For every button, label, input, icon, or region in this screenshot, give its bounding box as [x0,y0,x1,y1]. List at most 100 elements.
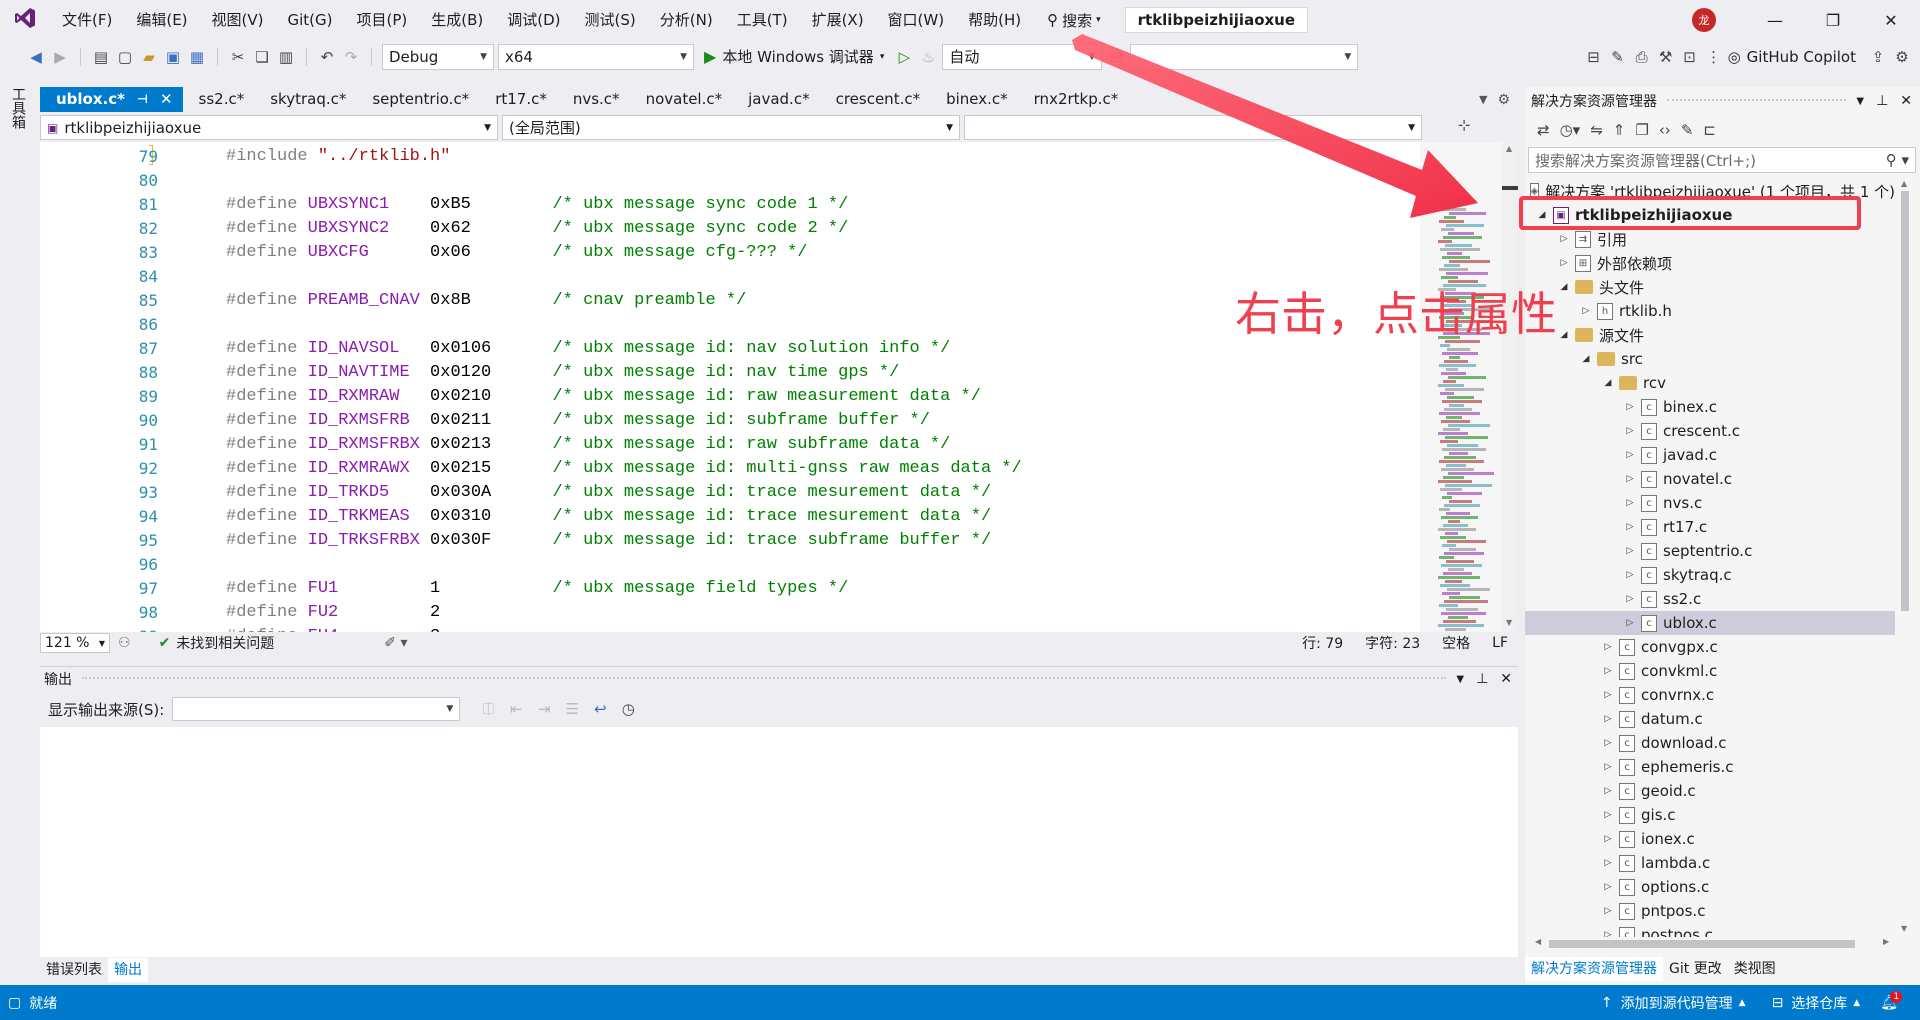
select-repository[interactable]: 选择仓库 [1791,993,1847,1013]
expand-toggle-icon[interactable]: ▷ [1623,570,1637,580]
global-scope-combo[interactable]: (全局范围) ▼ [502,115,960,140]
layout-icon[interactable]: ⊡ [1680,47,1700,67]
gear-icon[interactable]: ⚙ [1497,92,1510,108]
whitespace-indicator[interactable]: 空格 [1442,633,1470,653]
pin-icon[interactable]: ⊥ [1876,93,1888,109]
tree-node[interactable]: ◢ rcv [1525,371,1895,395]
pin-icon[interactable]: ⊥ [1476,671,1488,687]
wrench-icon[interactable]: ✎ [1608,47,1628,67]
find-combo[interactable]: ▼ [1130,43,1359,70]
tree-node[interactable]: ▷ c convkml.c [1525,659,1895,683]
intellicode-icon[interactable]: ⚇ [118,635,131,651]
tree-node[interactable]: ▷ c pntpos.c [1525,899,1895,923]
feedback-icon[interactable]: ⎙ [1632,47,1652,67]
save-all-icon[interactable]: ▦ [187,47,207,67]
start-debugging-button[interactable]: ▶ 本地 Windows 调试器 ▾ [698,46,890,67]
menu-item[interactable]: 帮助(H) [956,0,1033,40]
tree-node[interactable]: ◢ 源文件 [1525,323,1895,347]
tree-node[interactable]: ▷ c datum.c [1525,707,1895,731]
line-indicator[interactable]: 行: 79 [1302,633,1343,653]
editor-tab[interactable]: javad.c* [732,87,819,112]
expand-toggle-icon[interactable]: ▷ [1601,810,1615,820]
share-icon[interactable]: ⇪ [1868,47,1888,67]
notification-bell-icon[interactable]: 🔔︎ 1 [1880,990,1903,1011]
editor-tab[interactable]: binex.c* [930,87,1018,112]
tree-node[interactable]: ▷ c geoid.c [1525,779,1895,803]
panel-menu-icon[interactable]: ▼ [1456,674,1464,685]
solution-horizontal-scrollbar[interactable]: ◀ ▶ [1535,937,1895,951]
find-message-icon[interactable]: ⎅ [478,699,498,719]
tree-node[interactable]: ▷ c ionex.c [1525,827,1895,851]
split-editor-icon[interactable]: ⊹ [1454,115,1474,135]
expand-toggle-icon[interactable]: ▷ [1623,402,1637,412]
tree-node[interactable]: ▷ c ss2.c [1525,587,1895,611]
tree-node[interactable]: ▷ c convgpx.c [1525,635,1895,659]
next-message-icon[interactable]: ⇥ [534,699,554,719]
expand-toggle-icon[interactable]: ▷ [1623,426,1637,436]
minimize-button[interactable]: — [1746,11,1804,30]
pin-icon[interactable]: ⊣ [137,87,148,112]
new-project-icon[interactable]: ▤ [91,47,111,67]
github-copilot-button[interactable]: ◎ GitHub Copilot [1728,48,1856,66]
editor-tab[interactable]: skytraq.c* [254,87,356,112]
expand-toggle-icon[interactable]: ▷ [1623,450,1637,460]
expand-toggle-icon[interactable]: ▷ [1601,882,1615,892]
hot-reload-icon[interactable]: ♨ [918,47,938,67]
code-editor[interactable]: 79 #include "../rtklib.h" 80 81 #define UBXS… [40,142,1518,632]
solution-vertical-scrollbar[interactable]: ▲ ▼ [1897,179,1913,939]
expand-toggle-icon[interactable]: ▷ [1557,234,1571,244]
menu-item[interactable]: 窗口(W) [876,0,957,40]
expand-toggle-icon[interactable]: ▷ [1623,618,1637,628]
menu-item[interactable]: Git(G) [276,0,345,40]
paste-icon[interactable]: ▥ [276,47,296,67]
prev-message-icon[interactable]: ⇤ [506,699,526,719]
member-combo[interactable]: ▼ [964,115,1422,140]
editor-tab[interactable]: septentrio.c* [356,87,479,112]
expand-toggle-icon[interactable]: ▷ [1601,786,1615,796]
sync-icon[interactable]: ⇋ [1590,121,1603,139]
find-in-files-icon[interactable]: ⊞ [1106,47,1126,67]
output-source-combo[interactable]: ▼ [172,697,461,721]
editor-vertical-scrollbar[interactable]: ▲ ▼ [1502,142,1518,632]
menu-item[interactable]: 测试(S) [573,0,648,40]
expand-toggle-icon[interactable]: ▷ [1601,906,1615,916]
editor-tab[interactable]: ss2.c* [183,87,255,112]
toolbox-icon[interactable]: ⚒ [1656,47,1676,67]
solution-explorer-tab[interactable]: 解决方案资源管理器 [1525,957,1663,981]
collapse-all-icon[interactable]: ⇑ [1613,121,1626,139]
avatar[interactable]: 龙 [1692,8,1716,32]
properties-icon[interactable]: ✎ [1681,121,1694,139]
expand-toggle-icon[interactable]: ◢ [1579,354,1593,364]
undo-icon[interactable]: ↶ [317,47,337,67]
menu-item[interactable]: 工具(T) [725,0,800,40]
menu-item[interactable]: 视图(V) [200,0,276,40]
editor-tab[interactable]: ublox.c* ⊣ ✕ [40,87,183,112]
menu-item[interactable]: 调试(D) [495,0,572,40]
tree-node[interactable]: ▷ c binex.c [1525,395,1895,419]
expand-toggle-icon[interactable]: ▷ [1601,858,1615,868]
tree-node[interactable]: ▷ c ephemeris.c [1525,755,1895,779]
close-icon[interactable]: ✕ [1500,671,1512,687]
tree-node[interactable]: ▷ c options.c [1525,875,1895,899]
overflow-icon[interactable]: ⋮ [1704,47,1724,67]
expand-toggle-icon[interactable]: ▷ [1601,714,1615,724]
word-wrap-icon[interactable]: ↩ [590,699,610,719]
tree-node[interactable]: ▷ c download.c [1525,731,1895,755]
auto-combo[interactable]: 自动 ▼ [942,43,1103,70]
expand-toggle-icon[interactable]: ▷ [1579,306,1593,316]
line-ending-indicator[interactable]: LF [1492,635,1508,651]
show-all-files-icon[interactable]: ❐ [1635,121,1648,139]
tree-node[interactable]: ▷ c javad.c [1525,443,1895,467]
clear-all-icon[interactable]: ☰ [562,699,582,719]
tree-node[interactable]: ▷ c lambda.c [1525,851,1895,875]
expand-toggle-icon[interactable]: ◢ [1557,282,1571,292]
expand-toggle-icon[interactable]: ▷ [1601,834,1615,844]
add-to-source-control[interactable]: 添加到源代码管理 [1621,993,1733,1013]
toolbox-tab[interactable]: 工具箱 [8,87,28,129]
editor-tab[interactable]: crescent.c* [820,87,931,112]
expand-toggle-icon[interactable]: ▷ [1601,930,1615,937]
expand-toggle-icon[interactable]: ▷ [1623,546,1637,556]
switch-views-icon[interactable]: ⇄ [1537,121,1550,139]
menu-item[interactable]: 文件(F) [50,0,124,40]
solution-explorer-search[interactable]: 搜索解决方案资源管理器(Ctrl+;) ⚲ ▾ [1528,147,1916,173]
